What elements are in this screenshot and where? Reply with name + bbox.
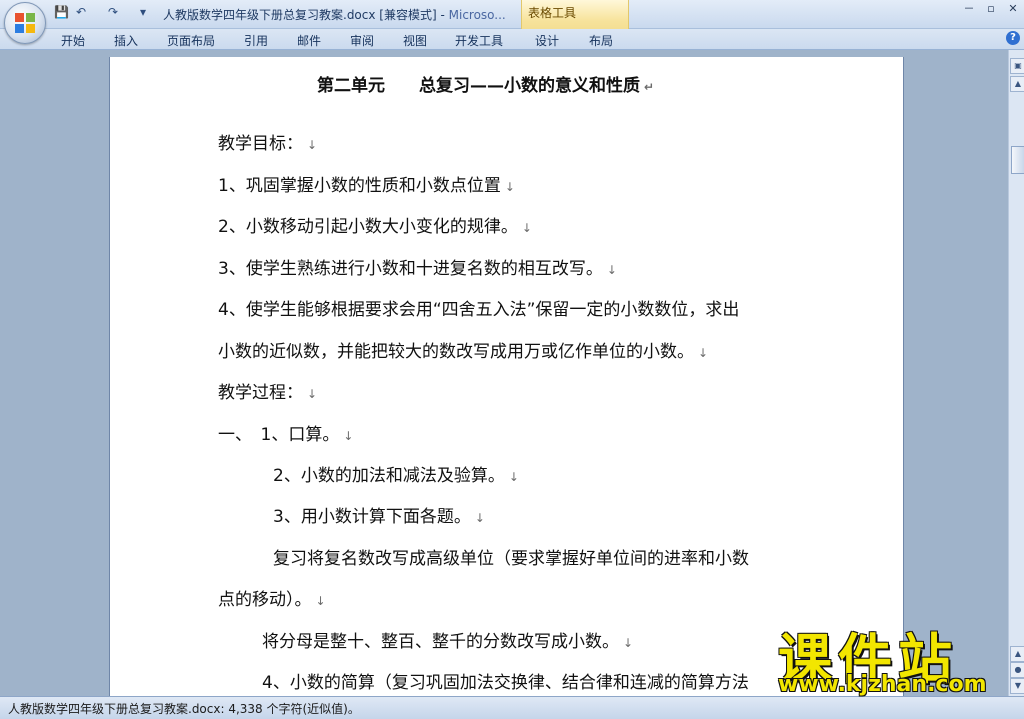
doc-line: 1、巩固掌握小数的性质和小数点位置 ↓	[218, 176, 515, 196]
tab-developer[interactable]: 开发工具	[455, 32, 503, 49]
tab-page-layout[interactable]: 页面布局	[167, 32, 215, 49]
doc-line: 点的移动）。 ↓	[218, 590, 326, 610]
doc-line: 将分母是整十、整百、整千的分数改写成小数。 ↓	[262, 632, 634, 652]
tab-mailings[interactable]: 邮件	[297, 32, 321, 49]
ribbon-tabs: 开始 插入 页面布局 引用 邮件 审阅 视图 开发工具 设计 布局	[0, 29, 1024, 50]
tab-insert[interactable]: 插入	[114, 32, 138, 49]
scroll-up-icon[interactable]: ▲	[1010, 76, 1024, 92]
ruler-toggle-icon[interactable]: ▣	[1010, 58, 1024, 74]
doc-line: 2、小数的加法和减法及验算。 ↓	[273, 466, 519, 486]
close-button[interactable]: ✕	[1002, 0, 1024, 18]
title-bar: 💾 ↶ ↷ ▾ 人教版数学四年级下册总复习教案.docx [兼容模式] - Mi…	[0, 0, 1024, 29]
next-page-icon[interactable]: ▼	[1010, 678, 1024, 694]
office-button[interactable]	[4, 2, 46, 44]
doc-line: 4、小数的简算（复习巩固加法交换律、结合律和连减的简算方法	[262, 673, 749, 693]
scroll-thumb[interactable]	[1011, 146, 1024, 174]
save-icon[interactable]: 💾	[54, 5, 69, 19]
doc-line: 一、 1、口算。 ↓	[218, 425, 354, 445]
undo-icon[interactable]: ↶	[76, 5, 86, 19]
doc-line: 教学过程： ↓	[218, 383, 318, 403]
redo-icon[interactable]: ↷	[108, 5, 118, 19]
doc-line: 复习将复名数改写成高级单位（要求掌握好单位间的进率和小数	[273, 549, 749, 569]
window-title: 人教版数学四年级下册总复习教案.docx [兼容模式] - Microso...	[163, 8, 506, 22]
doc-line: 教学目标： ↓	[218, 134, 318, 154]
vertical-scrollbar[interactable]: ▣ ▲ ▲ ● ▼	[1008, 50, 1024, 696]
customize-quick-access-icon[interactable]: ▾	[140, 5, 146, 19]
tab-layout[interactable]: 布局	[589, 32, 613, 49]
watermark-url: www.kjzhan.com	[778, 672, 987, 697]
doc-line: 3、使学生熟练进行小数和十进复名数的相互改写。 ↓	[218, 259, 617, 279]
status-text: 人教版数学四年级下册总复习教案.docx: 4,338 个字符(近似值)。	[8, 702, 360, 716]
doc-line: 小数的近似数，并能把较大的数改写成用万或亿作单位的小数。 ↓	[218, 342, 709, 362]
tab-references[interactable]: 引用	[244, 32, 268, 49]
restore-button[interactable]: ▫	[980, 0, 1002, 18]
office-logo-icon	[15, 13, 35, 33]
document-page[interactable]: 第二单元 总复习——小数的意义和性质 ↵ 教学目标： ↓ 1、巩固掌握小数的性质和小…	[110, 57, 903, 697]
doc-line: 4、使学生能够根据要求会用“四舍五入法”保留一定的小数数位，求出	[218, 300, 740, 320]
tab-review[interactable]: 审阅	[350, 32, 374, 49]
tab-home[interactable]: 开始	[61, 32, 85, 49]
previous-page-icon[interactable]: ▲	[1010, 646, 1024, 662]
minimize-button[interactable]: －	[958, 0, 980, 18]
doc-line: 2、小数移动引起小数大小变化的规律。 ↓	[218, 217, 532, 237]
tab-view[interactable]: 视图	[403, 32, 427, 49]
doc-line: 3、用小数计算下面各题。 ↓	[273, 507, 485, 527]
help-icon[interactable]: ?	[1006, 31, 1020, 45]
document-title: 第二单元 总复习——小数的意义和性质 ↵	[317, 76, 655, 96]
browse-object-icon[interactable]: ●	[1010, 662, 1024, 678]
status-bar: 人教版数学四年级下册总复习教案.docx: 4,338 个字符(近似值)。	[0, 696, 1024, 719]
tab-design[interactable]: 设计	[535, 32, 559, 49]
table-tools-label: 表格工具	[528, 6, 577, 20]
